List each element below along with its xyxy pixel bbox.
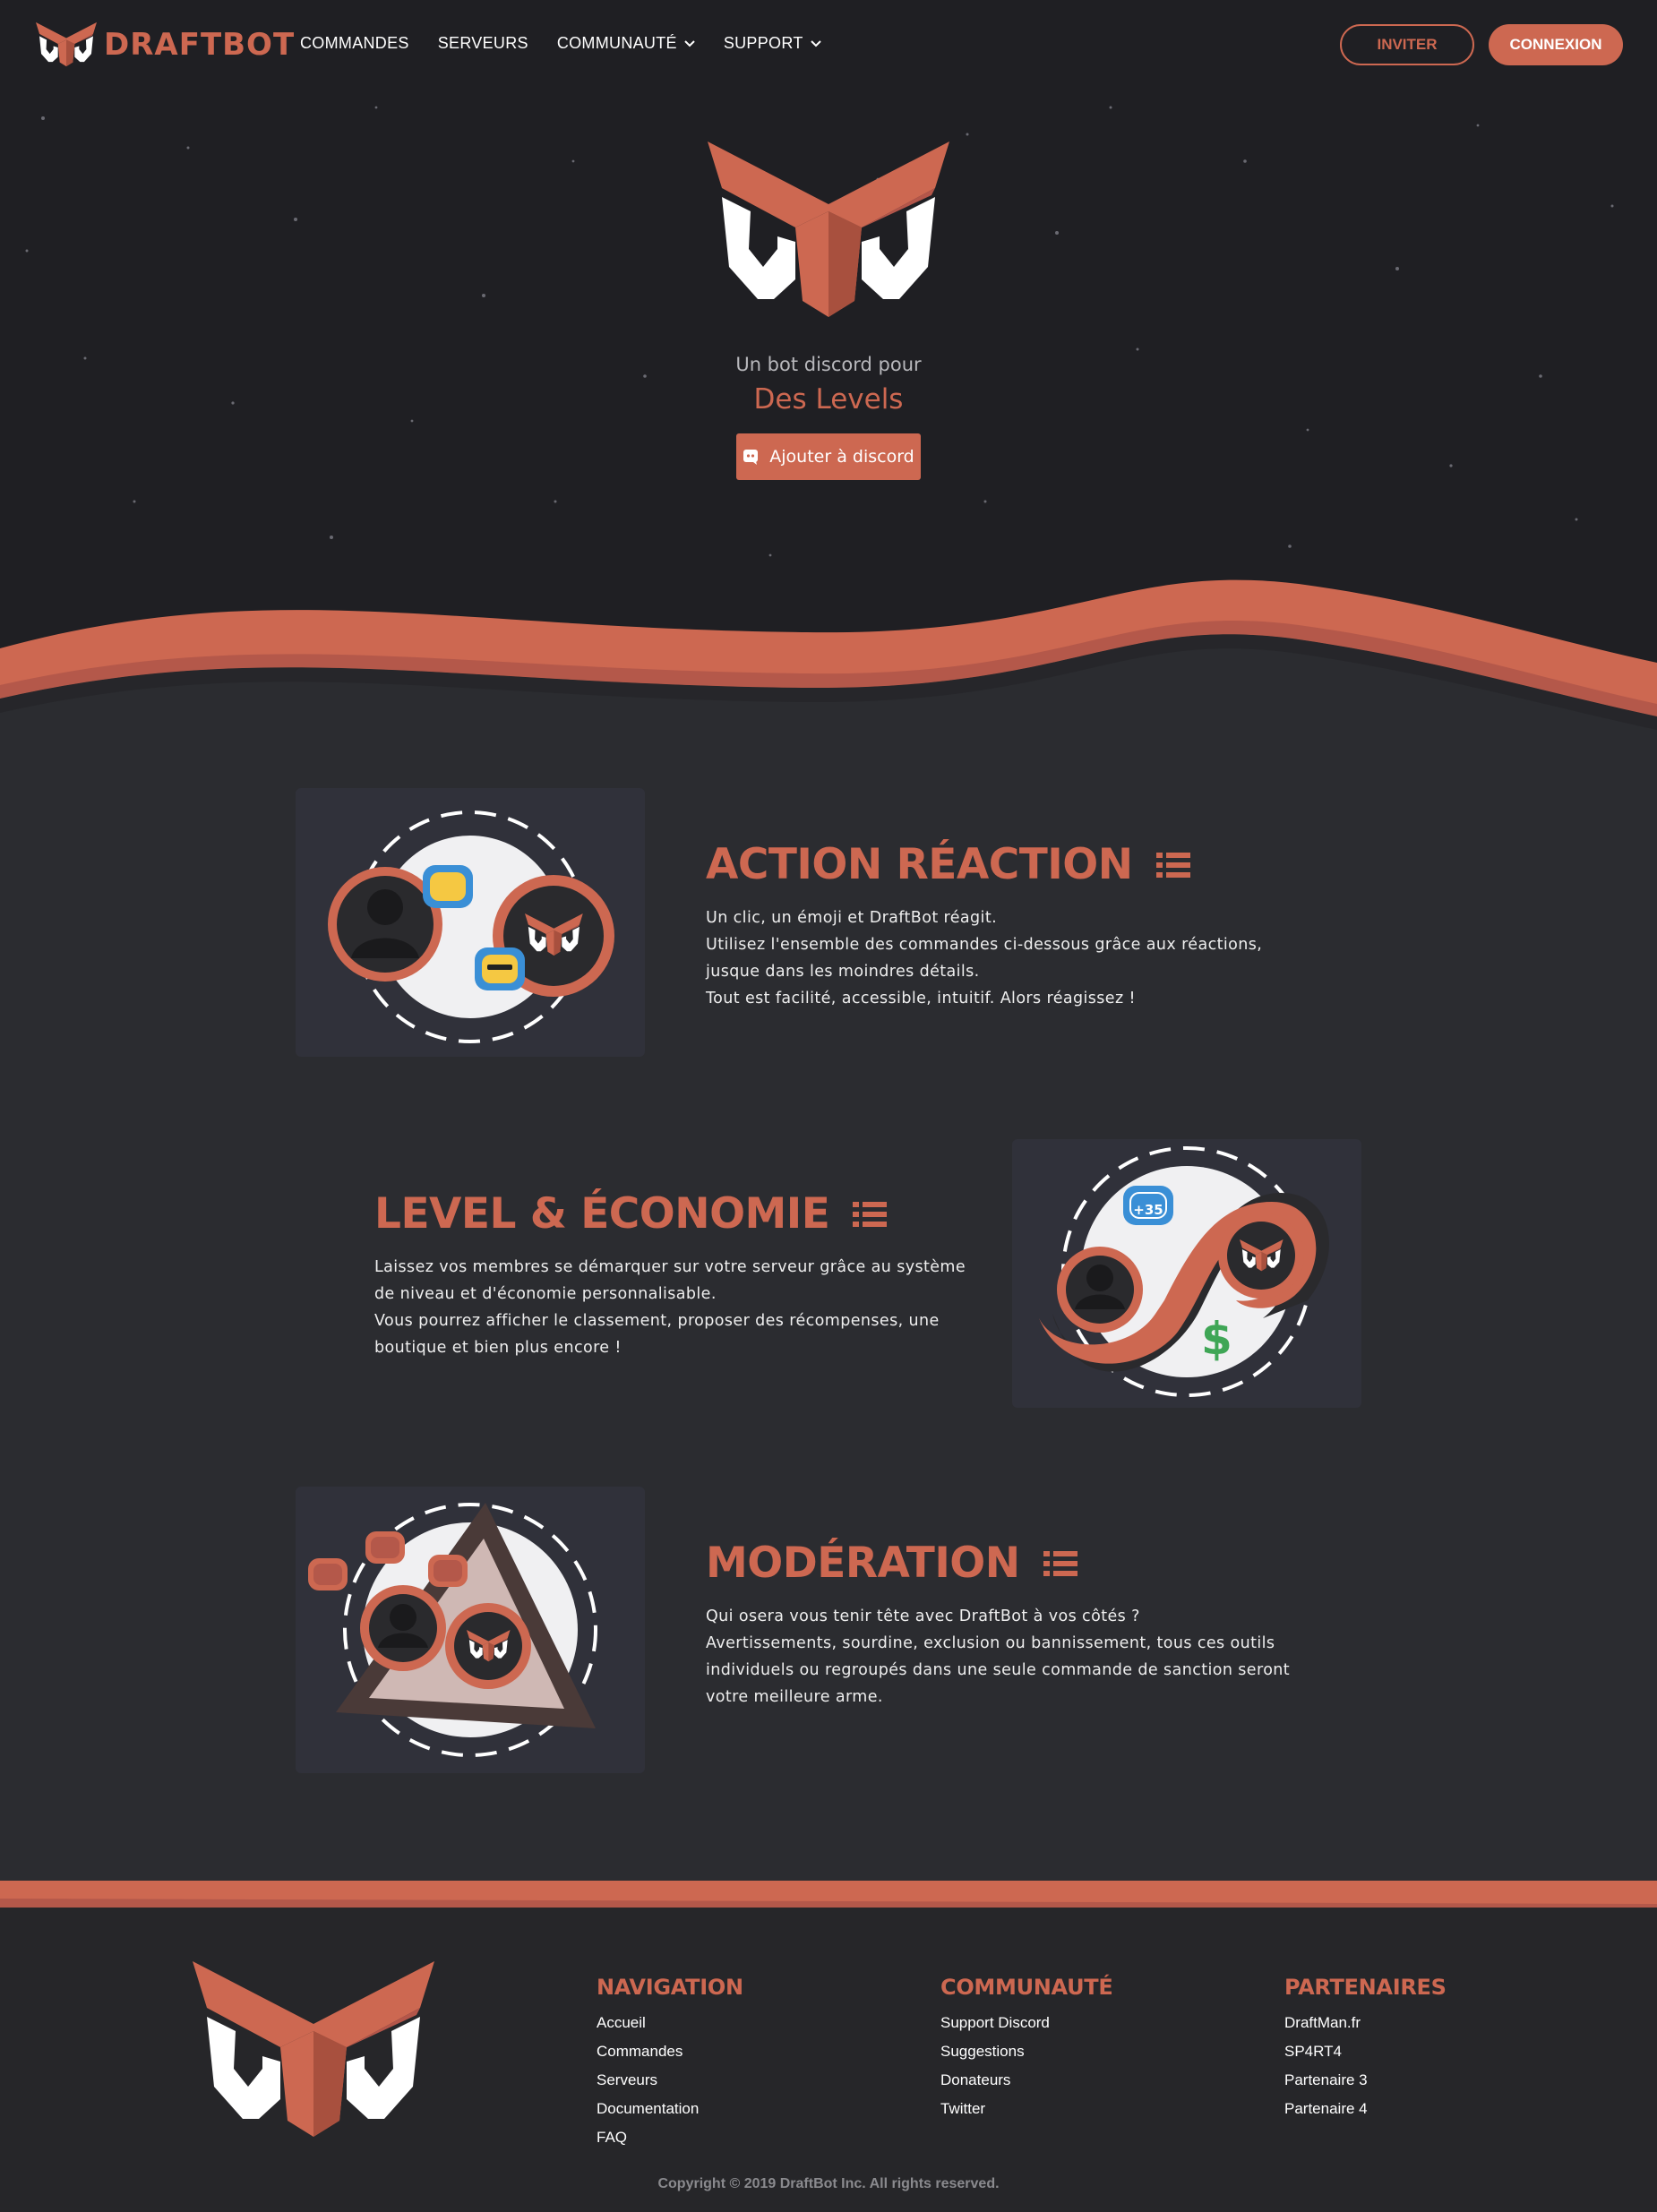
- level-illustration: $ +35: [1012, 1139, 1361, 1408]
- footer-link-sp4rt4[interactable]: SP4RT4: [1284, 2037, 1447, 2066]
- footer-link-serveurs[interactable]: Serveurs: [597, 2066, 743, 2095]
- footer-column-communaute: COMMUNAUTÉ Support Discord Suggestions D…: [940, 1975, 1113, 2123]
- feature-moderation-title: MODÉRATION: [706, 1539, 1077, 1588]
- hero-tagline: Un bot discord pour: [735, 354, 922, 375]
- chevron-down-icon: [810, 39, 821, 47]
- description-line: Laissez vos membres se démarquer sur vot…: [374, 1258, 966, 1276]
- description-line: Un clic, un émoji et DraftBot réagit.: [706, 909, 998, 927]
- description-line: jusque dans les moindres détails.: [706, 963, 980, 981]
- description-line: Vous pourrez afficher le classement, pro…: [374, 1312, 940, 1330]
- footer-link-commandes[interactable]: Commandes: [597, 2037, 743, 2066]
- level-xp-badge: +35: [1133, 1202, 1163, 1218]
- copyright-text: Copyright © 2019 DraftBot Inc. All right…: [657, 2176, 1000, 2191]
- feature-title-text: ACTION RÉACTION: [706, 840, 1133, 889]
- description-line: boutique et bien plus encore !: [374, 1339, 622, 1357]
- chevron-down-icon: [684, 39, 695, 47]
- feature-level-title: LEVEL & ÉCONOMIE: [374, 1189, 888, 1239]
- moderation-illustration: [296, 1487, 645, 1773]
- footer-link-support-discord[interactable]: Support Discord: [940, 2009, 1112, 2037]
- description-line: de niveau et d'économie personnalisable.: [374, 1285, 717, 1303]
- nav-label: SERVEURS: [437, 34, 528, 52]
- add-to-discord-label: Ajouter à discord: [769, 447, 914, 467]
- login-button[interactable]: CONNEXION: [1489, 24, 1623, 65]
- level-illustration-art: $: [1012, 1139, 1361, 1408]
- add-to-discord-button[interactable]: Ajouter à discord: [736, 433, 921, 480]
- wave-divider: [0, 579, 1657, 752]
- list-icon[interactable]: [1043, 1549, 1077, 1578]
- brand-logo[interactable]: DRAFTBOT: [36, 21, 295, 68]
- footer-link-documentation[interactable]: Documentation: [597, 2095, 743, 2123]
- description-line: votre meilleure arme.: [706, 1688, 883, 1706]
- description-line: individuels ou regroupés dans une seule …: [706, 1661, 1291, 1679]
- feature-reaction-title: ACTION RÉACTION: [706, 840, 1190, 889]
- nav-links: COMMANDES SERVEURS COMMUNAUTÉ SUPPORT: [300, 34, 850, 53]
- footer-column-title: NAVIGATION: [597, 1975, 743, 2000]
- list-icon[interactable]: [1155, 851, 1190, 879]
- draftbot-logo-icon: [36, 21, 97, 68]
- nav-communaute-dropdown[interactable]: COMMUNAUTÉ: [557, 34, 695, 53]
- feature-title-text: LEVEL & ÉCONOMIE: [374, 1189, 830, 1239]
- footer-draftbot-logo: [193, 1961, 434, 2140]
- footer-column-navigation: NAVIGATION Accueil Commandes Serveurs Do…: [597, 1975, 743, 2152]
- footer-link-donateurs[interactable]: Donateurs: [940, 2066, 1112, 2095]
- footer-link-faq[interactable]: FAQ: [597, 2123, 743, 2152]
- footer-column-title: COMMUNAUTÉ: [940, 1975, 1113, 2000]
- footer-column-partenaires: PARTENAIRES DraftMan.fr SP4RT4 Partenair…: [1284, 1975, 1447, 2123]
- description-line: Qui osera vous tenir tête avec DraftBot …: [706, 1608, 1140, 1625]
- footer-link-twitter[interactable]: Twitter: [940, 2095, 1112, 2123]
- footer-link-draftman[interactable]: DraftMan.fr: [1284, 2009, 1447, 2037]
- nav-label: COMMUNAUTÉ: [556, 34, 677, 52]
- footer-column-title: PARTENAIRES: [1284, 1975, 1447, 2000]
- footer-link-accueil[interactable]: Accueil: [597, 2009, 743, 2037]
- nav-serveurs[interactable]: SERVEURS: [438, 34, 528, 53]
- discord-icon: [743, 450, 759, 465]
- footer-link-partenaire-3[interactable]: Partenaire 3: [1284, 2066, 1447, 2095]
- invite-button[interactable]: INVITER: [1340, 24, 1474, 65]
- nav-label: COMMANDES: [300, 34, 409, 52]
- feature-title-text: MODÉRATION: [706, 1539, 1020, 1588]
- dollar-icon: $: [1201, 1313, 1232, 1365]
- navbar: DRAFTBOT COMMANDES SERVEURS COMMUNAUTÉ S…: [0, 0, 1657, 90]
- footer-link-partenaire-4[interactable]: Partenaire 4: [1284, 2095, 1447, 2123]
- footer-link-suggestions[interactable]: Suggestions: [940, 2037, 1112, 2066]
- description-line: Tout est facilité, accessible, intuitif.…: [706, 990, 1136, 1007]
- description-line: Avertissements, sourdine, exclusion ou b…: [706, 1634, 1275, 1652]
- feature-level-description: Laissez vos membres se démarquer sur vot…: [374, 1254, 966, 1361]
- feature-reaction-description: Un clic, un émoji et DraftBot réagit. Ut…: [706, 905, 1262, 1012]
- nav-commandes[interactable]: COMMANDES: [300, 34, 409, 53]
- hero-rotating-text: Des Levels: [753, 383, 904, 416]
- description-line: Utilisez l'ensemble des commandes ci-des…: [706, 936, 1263, 954]
- brand-name: DRAFTBOT: [104, 27, 296, 63]
- nav-support-dropdown[interactable]: SUPPORT: [724, 34, 821, 53]
- list-icon[interactable]: [853, 1200, 888, 1229]
- hero-draftbot-logo: [708, 141, 949, 321]
- feature-moderation-description: Qui osera vous tenir tête avec DraftBot …: [706, 1603, 1290, 1710]
- reaction-illustration: [296, 788, 645, 1057]
- nav-label: SUPPORT: [723, 34, 803, 52]
